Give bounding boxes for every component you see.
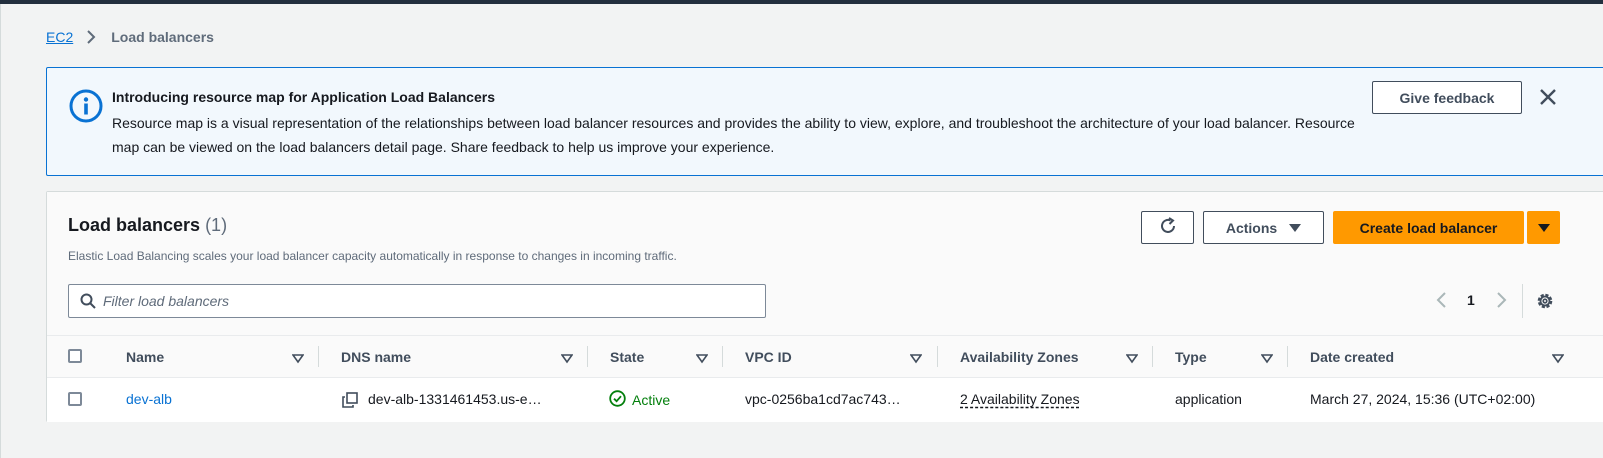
panel-title: Load balancers (1) xyxy=(68,215,227,236)
column-divider[interactable] xyxy=(587,346,588,367)
panel-description: Elastic Load Balancing scales your load … xyxy=(68,249,677,263)
pager-divider xyxy=(1522,284,1523,318)
caret-down-icon xyxy=(1537,220,1550,236)
select-all-checkbox[interactable] xyxy=(68,349,82,363)
copy-icon[interactable] xyxy=(342,392,358,413)
side-divider xyxy=(0,4,1,458)
date-created-value: March 27, 2024, 15:36 (UTC+02:00) xyxy=(1310,391,1536,407)
column-divider[interactable] xyxy=(937,346,938,367)
load-balancers-panel: Load balancers (1) Elastic Load Balancin… xyxy=(46,191,1603,422)
column-header-date-created[interactable]: Date created xyxy=(1310,349,1394,365)
sort-icon[interactable] xyxy=(291,351,305,369)
column-header-dns-name[interactable]: DNS name xyxy=(341,349,411,365)
actions-button[interactable]: Actions xyxy=(1203,211,1324,244)
close-icon[interactable] xyxy=(1539,88,1557,106)
caret-down-icon xyxy=(1289,220,1302,236)
refresh-button[interactable] xyxy=(1141,211,1194,244)
sort-icon[interactable] xyxy=(560,351,574,369)
column-divider[interactable] xyxy=(722,346,723,367)
page-number[interactable]: 1 xyxy=(1467,292,1475,308)
filter-input[interactable] xyxy=(103,291,743,311)
filter-box xyxy=(68,284,766,318)
column-header-name[interactable]: Name xyxy=(126,349,164,365)
flash-title: Introducing resource map for Application… xyxy=(112,89,495,105)
chevron-left-icon[interactable] xyxy=(1435,291,1449,314)
breadcrumb-ec2-link[interactable]: EC2 xyxy=(46,29,73,45)
column-header-state[interactable]: State xyxy=(610,349,644,365)
create-options-dropdown[interactable] xyxy=(1527,211,1560,244)
search-icon xyxy=(80,293,96,314)
sort-icon[interactable] xyxy=(1551,351,1565,369)
column-divider[interactable] xyxy=(1287,346,1288,367)
column-header-type[interactable]: Type xyxy=(1175,349,1207,365)
table-header: Name DNS name State VPC ID Availability … xyxy=(47,335,1603,378)
top-bar xyxy=(0,0,1603,4)
column-header-availability-zones[interactable]: Availability Zones xyxy=(960,349,1079,365)
chevron-right-icon xyxy=(81,27,103,47)
refresh-icon xyxy=(1158,216,1178,239)
row-checkbox[interactable] xyxy=(68,392,82,406)
column-divider[interactable] xyxy=(318,346,319,367)
vpc-id-value: vpc-0256ba1cd7ac743… xyxy=(745,391,901,407)
panel-title-text: Load balancers xyxy=(68,215,201,235)
create-load-balancer-button[interactable]: Create load balancer xyxy=(1333,211,1524,244)
column-divider[interactable] xyxy=(1152,346,1153,367)
gear-icon[interactable] xyxy=(1535,291,1555,316)
breadcrumb: EC2 Load balancers xyxy=(46,27,214,47)
state-text: Active xyxy=(632,392,671,408)
column-header-vpc-id[interactable]: VPC ID xyxy=(745,349,792,365)
actions-label: Actions xyxy=(1225,219,1278,236)
type-value: application xyxy=(1175,391,1242,407)
panel-count: (1) xyxy=(205,215,228,235)
sort-icon[interactable] xyxy=(1125,351,1139,369)
sort-icon[interactable] xyxy=(1260,351,1274,369)
chevron-right-icon[interactable] xyxy=(1494,291,1508,314)
dns-name-value: dev-alb-1331461453.us-e… xyxy=(368,391,542,407)
sort-icon[interactable] xyxy=(695,351,709,369)
info-icon xyxy=(69,89,103,123)
table-row[interactable]: dev-alb dev-alb-1331461453.us-e… Active … xyxy=(47,378,1603,422)
give-feedback-button[interactable]: Give feedback xyxy=(1372,81,1522,114)
check-circle-icon xyxy=(609,390,626,410)
load-balancer-name-link[interactable]: dev-alb xyxy=(126,391,172,407)
breadcrumb-current: Load balancers xyxy=(111,29,214,45)
status-badge: Active xyxy=(609,390,670,410)
flash-body: Resource map is a visual representation … xyxy=(112,115,1355,155)
resource-map-flashbar: Introducing resource map for Application… xyxy=(46,67,1603,176)
sort-icon[interactable] xyxy=(909,351,923,369)
availability-zones-popover[interactable]: 2 Availability Zones xyxy=(960,391,1080,407)
